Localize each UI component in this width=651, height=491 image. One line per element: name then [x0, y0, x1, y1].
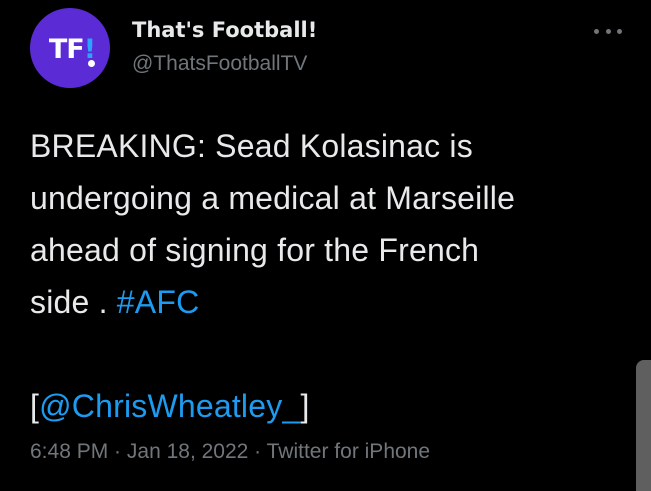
- tweet-text: BREAKING: Sead Kolasinac is undergoing a…: [30, 120, 640, 432]
- tweet-line: side . #AFC: [30, 276, 640, 328]
- meta-separator: ·: [248, 440, 267, 463]
- author-name[interactable]: That's Football!: [132, 18, 317, 42]
- mention-link[interactable]: @ChrisWheatley_: [39, 388, 300, 424]
- avatar-logo-letters: TF: [48, 33, 85, 65]
- author-handle[interactable]: @ThatsFootballTV: [132, 52, 307, 76]
- more-dot: [617, 28, 622, 34]
- tweet-line: undergoing a medical at Marseille: [30, 180, 516, 216]
- avatar[interactable]: TF!: [30, 8, 110, 88]
- meta-separator: ·: [108, 440, 127, 463]
- tweet-card: TF! That's Football! @ThatsFootballTV BR…: [0, 0, 651, 491]
- tweet-time[interactable]: 6:48 PM: [30, 440, 108, 463]
- tweet-line-text: side .: [30, 284, 117, 320]
- more-dot: [594, 28, 599, 34]
- tweet-line: BREAKING: Sead Kolasinac is: [30, 128, 473, 164]
- tweet-meta: 6:48 PM · Jan 18, 2022 · Twitter for iPh…: [30, 440, 430, 464]
- tweet-line: ahead of signing for the French: [30, 232, 480, 268]
- tweet-line: [@ChrisWheatley_]: [30, 380, 640, 432]
- scrollbar-thumb[interactable]: [636, 360, 651, 491]
- hashtag-link[interactable]: #AFC: [117, 284, 200, 320]
- tweet-date[interactable]: Jan 18, 2022: [127, 440, 248, 463]
- more-dot: [605, 28, 611, 34]
- bracket-open: [: [30, 388, 40, 424]
- bracket-close: ]: [300, 388, 310, 424]
- avatar-logo-text: TF!: [48, 33, 96, 65]
- more-horizontal-icon[interactable]: [594, 24, 622, 38]
- football-icon: [88, 60, 95, 67]
- tweet-source[interactable]: Twitter for iPhone: [267, 440, 430, 463]
